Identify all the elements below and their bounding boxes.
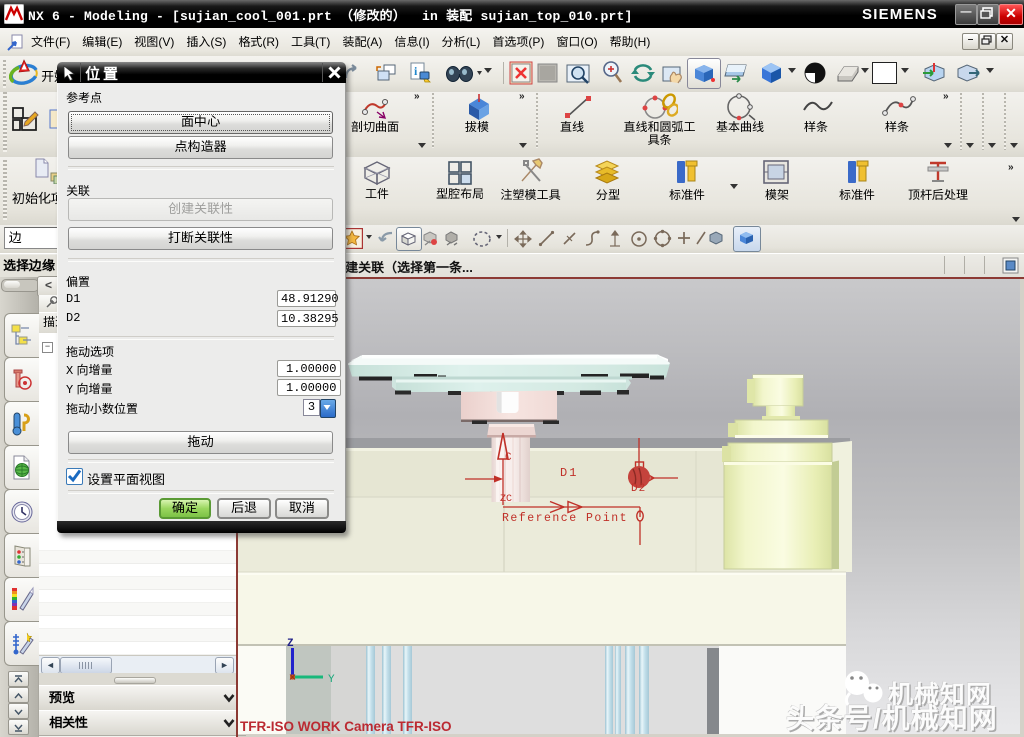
svg-text:Reference Point: Reference Point <box>502 512 628 525</box>
svg-text:C: C <box>505 452 512 464</box>
svg-text:ZC: ZC <box>500 494 512 505</box>
svg-text:D1: D1 <box>560 466 578 480</box>
svg-text:Z: Z <box>287 638 294 650</box>
svg-text:D2: D2 <box>631 483 646 495</box>
svg-text:Y: Y <box>328 674 335 686</box>
